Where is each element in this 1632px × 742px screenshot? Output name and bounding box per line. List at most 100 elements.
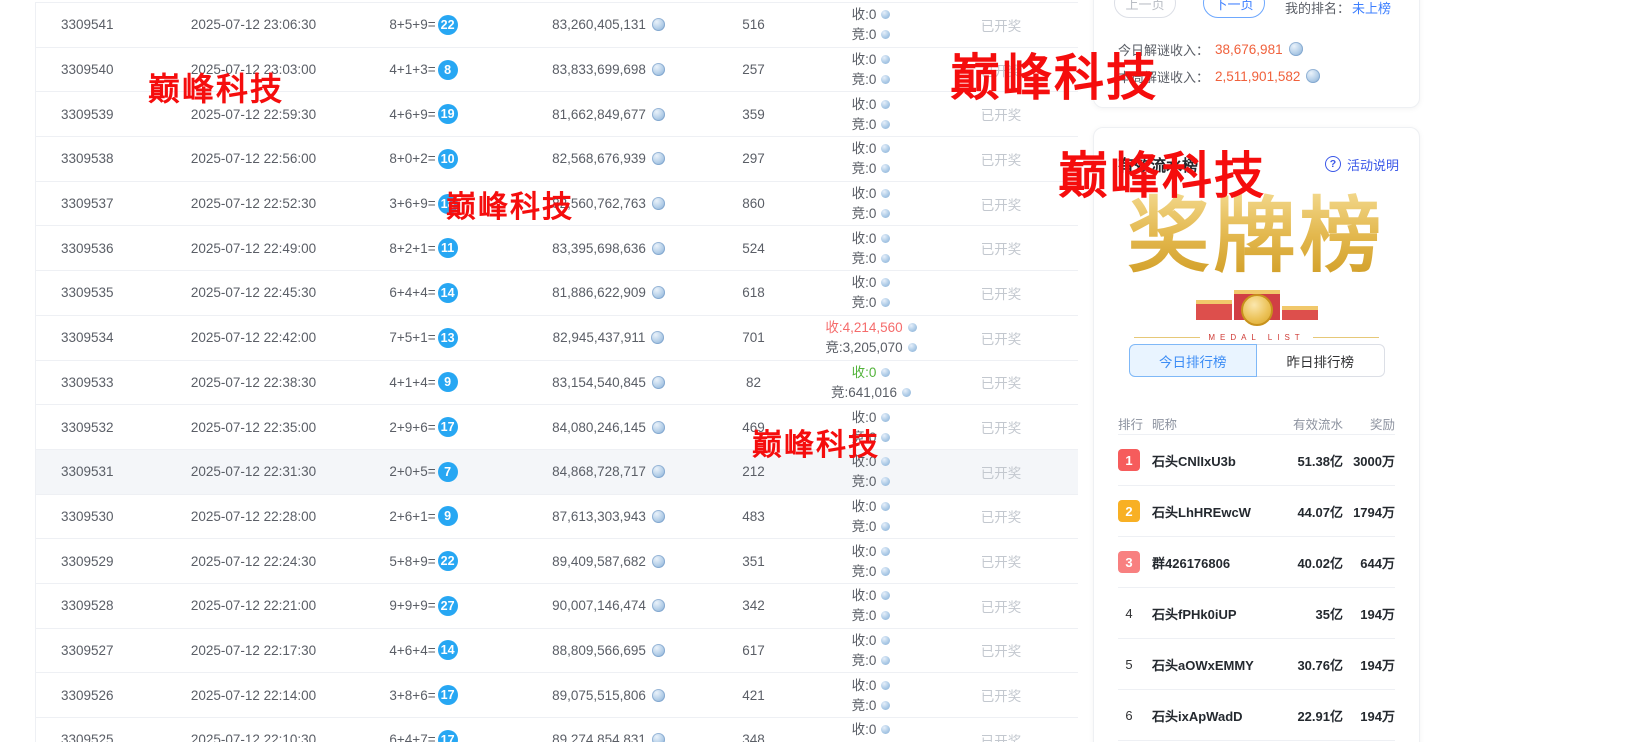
coin-dot-icon — [881, 636, 890, 645]
draw-id: 3309532 — [36, 420, 166, 435]
podium-graphic — [1182, 282, 1332, 326]
shou-value: 收:0 — [852, 543, 877, 560]
shou-value: 收:0 — [852, 677, 877, 694]
shou-line: 收:0 — [796, 364, 946, 381]
question-icon[interactable]: ? — [1325, 156, 1341, 172]
draw-result: 5+8+9= 22 — [341, 551, 506, 571]
watermark: 巅峰科技 — [446, 182, 574, 226]
podium-step-left — [1196, 300, 1232, 320]
player-count: 212 — [711, 464, 796, 479]
draw-id: 3309529 — [36, 554, 166, 569]
coin-icon — [652, 152, 665, 165]
draw-id: 3309539 — [36, 107, 166, 122]
next-page-button[interactable]: 下一页 — [1203, 0, 1265, 18]
shou-line: 收:0 — [796, 140, 946, 157]
draw-time: 2025-07-12 22:21:00 — [166, 598, 341, 613]
rank-badge: 3 — [1118, 551, 1140, 573]
reward-value: 194万 — [1343, 706, 1395, 725]
jing-value: 竞:0 — [852, 160, 877, 177]
nickname: 石头aOWxEMMY — [1152, 655, 1257, 674]
player-count: 483 — [711, 509, 796, 524]
player-count: 359 — [711, 107, 796, 122]
coin-dot-icon — [881, 120, 890, 129]
player-count: 351 — [711, 554, 796, 569]
amount-value: 83,260,405,131 — [552, 17, 646, 32]
shou-value: 收:0 — [852, 51, 877, 68]
rank-badge: 2 — [1118, 500, 1140, 522]
result-sum-badge: 10 — [438, 149, 458, 169]
activity-help-label[interactable]: 活动说明 — [1347, 155, 1399, 174]
coin-dot-icon — [881, 457, 890, 466]
player-count: 82 — [711, 375, 796, 390]
table-row: 3309525 2025-07-12 22:10:30 6+4+7= 17 89… — [36, 718, 1078, 742]
result-sum-badge: 14 — [438, 283, 458, 303]
pool-amount: 82,568,676,939 — [506, 151, 711, 166]
list-item: 1 石头CNlIxU3b 51.38亿 3000万 — [1118, 435, 1395, 486]
draw-id: 3309525 — [36, 732, 166, 742]
draw-status: 已开奖 — [946, 640, 1056, 660]
tab-yesterday-ranking[interactable]: 昨日排行榜 — [1257, 344, 1385, 377]
player-count: 342 — [711, 598, 796, 613]
jing-value: 竞:0 — [852, 26, 877, 43]
jing-value: 竞:0 — [852, 563, 877, 580]
jing-line: 竞:0 — [796, 473, 946, 490]
coin-dot-icon — [881, 477, 890, 486]
shou-line: 收:0 — [796, 632, 946, 649]
result-sum-badge: 8 — [438, 60, 458, 80]
draw-time: 2025-07-12 22:31:30 — [166, 464, 341, 479]
pool-amount: 81,886,622,909 — [506, 285, 711, 300]
draw-status: 已开奖 — [946, 596, 1056, 616]
list-item: 4 石头fPHk0iUP 35亿 194万 — [1118, 588, 1395, 639]
income-cell: 收:0 竞:0 — [796, 96, 946, 133]
table-row: 3309531 2025-07-12 22:31:30 2+0+5= 7 84,… — [36, 450, 1078, 495]
activity-help[interactable]: ? 活动说明 — [1325, 155, 1399, 174]
medal-banner-subtitle: MEDAL LIST — [1134, 333, 1379, 342]
coin-dot-icon — [881, 611, 890, 620]
jing-line: 竞:641,016 — [796, 384, 946, 401]
shou-value: 收:0 — [852, 632, 877, 649]
list-item: 2 石头LhHREwcW 44.07亿 1794万 — [1118, 486, 1395, 537]
coin-icon — [652, 108, 665, 121]
result-sum-badge: 11 — [438, 238, 458, 258]
shou-line: 收:0 — [796, 274, 946, 291]
draw-result: 8+5+9= 22 — [341, 15, 506, 35]
draw-status: 已开奖 — [946, 462, 1056, 482]
result-sum-badge: 19 — [438, 104, 458, 124]
coin-dot-icon — [881, 254, 890, 263]
shou-line: 收:0 — [796, 96, 946, 113]
jing-line: 竞:3,205,070 — [796, 339, 946, 356]
draw-time: 2025-07-12 22:24:30 — [166, 554, 341, 569]
medal-banner-subtitle-text: MEDAL LIST — [1208, 333, 1304, 342]
coin-icon — [652, 689, 665, 702]
jing-value: 竞:0 — [852, 205, 877, 222]
jing-line: 竞:0 — [796, 205, 946, 222]
income-cell: 收:0 竞:0 — [796, 274, 946, 311]
table-row: 3309532 2025-07-12 22:35:00 2+9+6= 17 84… — [36, 405, 1078, 450]
rank-badge: 1 — [1118, 449, 1140, 471]
draw-status: 已开奖 — [946, 194, 1056, 214]
prev-page-button[interactable]: 上一页 — [1114, 0, 1176, 18]
jing-value: 竞:0 — [852, 71, 877, 88]
col-flow: 有效流水 — [1257, 414, 1343, 433]
jing-line: 竞:0 — [796, 697, 946, 714]
shou-line: 收:0 — [796, 543, 946, 560]
draw-time: 2025-07-12 22:45:30 — [166, 285, 341, 300]
result-expression: 4+1+4= — [389, 375, 435, 390]
coin-dot-icon — [881, 298, 890, 307]
amount-value: 89,409,587,682 — [552, 554, 646, 569]
tab-today-ranking[interactable]: 今日排行榜 — [1129, 344, 1258, 377]
coin-dot-icon — [881, 55, 890, 64]
pool-amount: 84,868,728,717 — [506, 464, 711, 479]
player-count: 617 — [711, 643, 796, 658]
pool-amount: 89,075,515,806 — [506, 688, 711, 703]
result-expression: 4+6+9= — [389, 107, 435, 122]
coin-dot-icon — [881, 368, 890, 377]
jing-line: 竞:0 — [796, 71, 946, 88]
result-sum-badge: 7 — [438, 462, 458, 482]
coin-dot-icon — [881, 30, 890, 39]
coin-dot-icon — [881, 433, 890, 442]
coin-icon — [652, 510, 665, 523]
shou-value: 收:0 — [852, 587, 877, 604]
result-expression: 2+9+6= — [389, 420, 435, 435]
table-row: 3309535 2025-07-12 22:45:30 6+4+4= 14 81… — [36, 271, 1078, 316]
